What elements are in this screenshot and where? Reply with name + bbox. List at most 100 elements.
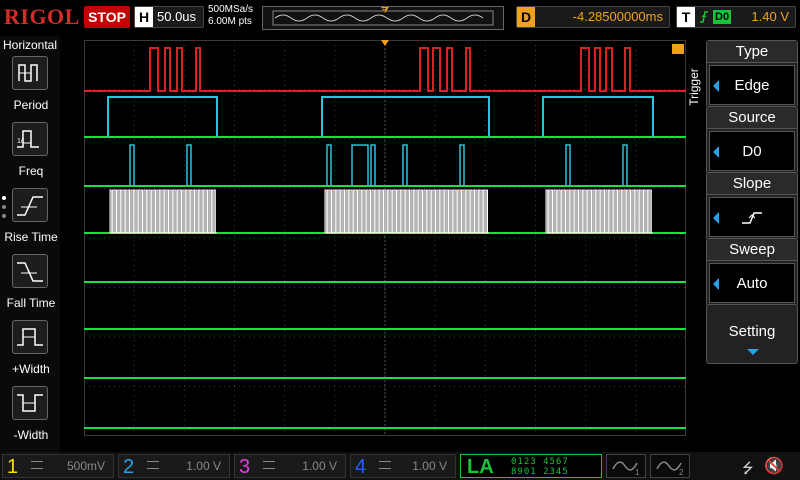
channel-1-status[interactable]: 1 500mV <box>2 454 114 478</box>
rise-time-icon <box>17 196 43 216</box>
rising-edge-icon <box>742 212 762 224</box>
trigger-menu-tab-label: Trigger <box>687 68 701 106</box>
dc-coupling-icon <box>147 461 159 469</box>
trigger-menu-tab[interactable]: Trigger <box>686 40 704 440</box>
usb-icon: ⭍ <box>742 460 754 476</box>
trigger-slope-title: Slope <box>707 173 797 195</box>
channel-3-number: 3 <box>239 456 251 478</box>
top-status-bar: RIGOL STOP H 50.0us 500MSa/s 6.00M pts T… <box>0 0 800 36</box>
delay-letter: D <box>517 7 535 27</box>
measure-fall-time-button[interactable] <box>12 254 48 288</box>
plus-width-icon <box>17 328 43 346</box>
channel-3-status[interactable]: 3 1.00 V <box>234 454 346 478</box>
measure-minus-width-label: -Width <box>13 428 49 442</box>
trigger-setting-text: Setting <box>728 323 776 340</box>
run-stop-status[interactable]: STOP <box>84 6 130 28</box>
trigger-level-marker-icon <box>672 44 684 54</box>
trigger-setting-button[interactable]: Setting <box>707 305 797 363</box>
generator-1-status[interactable]: 1 <box>606 454 646 478</box>
channel-2-status[interactable]: 2 1.00 V <box>118 454 230 478</box>
acquisition-info: 500MSa/s 6.00M pts <box>208 4 253 28</box>
measure-plus-width-label: +Width <box>12 362 50 376</box>
measure-rise-time-button[interactable] <box>12 188 48 222</box>
measure-fall-time-label: Fall Time <box>6 296 56 310</box>
trace-d2-pulse <box>129 144 135 186</box>
measure-minus-width-button[interactable] <box>12 386 48 420</box>
minus-width-icon <box>17 394 43 412</box>
memory-overview-strip[interactable]: T <box>262 6 504 30</box>
trigger-sweep-title: Sweep <box>707 239 797 261</box>
trigger-position-marker-icon <box>381 40 389 46</box>
trace-d2-pulse <box>186 144 192 186</box>
down-arrow-icon <box>747 349 759 355</box>
trigger-source-title: Source <box>707 107 797 129</box>
measure-period-label: Period <box>13 98 49 112</box>
trace-d2-pulse <box>326 144 332 186</box>
trigger-type-value[interactable]: Edge <box>709 65 795 105</box>
trace-d1-high <box>321 96 490 137</box>
trigger-setting-menu[interactable]: Setting <box>706 304 798 364</box>
generator-2-status[interactable]: 2 <box>650 454 690 478</box>
trigger-sweep-menu[interactable]: Sweep Auto <box>706 238 798 306</box>
measure-period-button[interactable] <box>12 56 48 90</box>
waveform-display[interactable]: D0D1D2D3D4D5D6D7 <box>84 40 686 436</box>
trigger-type-text: Edge <box>734 77 770 94</box>
trigger-slope-value[interactable] <box>709 197 795 237</box>
timebase-value: 50.0us <box>157 9 197 24</box>
channel-4-number: 4 <box>355 456 367 478</box>
channel-status-bar: 1 500mV 2 1.00 V 3 1.00 V 4 1.00 V LA 01… <box>0 452 800 480</box>
channel-4-scale: 1.00 V <box>412 459 447 473</box>
svg-text:T: T <box>382 8 387 15</box>
trigger-sweep-value[interactable]: Auto <box>709 263 795 303</box>
trigger-indicator[interactable]: T D0 1.40 V <box>676 6 796 28</box>
delay-value: -4.28500000ms <box>572 9 663 24</box>
measure-rise-time-label: Rise Time <box>4 230 58 244</box>
svg-text:1: 1 <box>635 468 640 477</box>
svg-text:2: 2 <box>679 468 684 477</box>
svg-text:1/: 1/ <box>17 138 23 145</box>
trigger-slope-menu[interactable]: Slope <box>706 172 798 240</box>
timebase-indicator[interactable]: H 50.0us <box>134 6 204 28</box>
period-icon <box>18 64 38 82</box>
sine-wave-icon: 1 <box>612 461 640 477</box>
trigger-source-menu[interactable]: Source D0 <box>706 106 798 174</box>
trigger-type-menu[interactable]: Type Edge <box>706 40 798 108</box>
fall-time-icon <box>17 262 43 282</box>
measure-freq-label: Freq <box>18 164 44 178</box>
measure-panel-title: Horizontal <box>2 38 58 52</box>
memory-depth: 6.00M pts <box>208 16 252 27</box>
measure-plus-width-button[interactable] <box>12 320 48 354</box>
logic-analyzer-status[interactable]: LA 0123 4567 8901 2345 <box>460 454 602 478</box>
trigger-source-badge: D0 <box>713 10 732 24</box>
trace-d2-pulse <box>402 144 408 186</box>
trace-d3-burst <box>109 189 217 234</box>
trigger-source-value[interactable]: D0 <box>709 131 795 171</box>
measure-panel: Horizontal Period 1/ Freq Rise Time Fall… <box>0 36 60 452</box>
dc-coupling-icon <box>379 461 391 469</box>
channel-2-number: 2 <box>123 456 135 478</box>
la-row-1: 0123 4567 <box>511 457 569 467</box>
left-arrow-icon <box>713 212 719 224</box>
left-arrow-icon <box>713 278 719 290</box>
la-row-2: 8901 2345 <box>511 467 569 477</box>
timebase-letter: H <box>135 7 153 27</box>
sine-wave-icon: 2 <box>656 461 684 477</box>
channel-1-scale: 500mV <box>66 459 105 473</box>
speaker-muted-icon[interactable]: 🔇 <box>764 456 784 476</box>
trace-d2-pulse <box>565 144 571 186</box>
trigger-letter: T <box>677 7 695 27</box>
measure-freq-button[interactable]: 1/ <box>12 122 48 156</box>
trace-d2-pulse <box>459 144 465 186</box>
delay-indicator[interactable]: D -4.28500000ms <box>516 6 670 28</box>
channel-3-scale: 1.00 V <box>302 459 337 473</box>
la-label: LA <box>467 456 494 478</box>
trigger-source-text: D0 <box>742 143 762 160</box>
freq-icon: 1/ <box>17 130 39 148</box>
left-arrow-icon <box>713 80 719 92</box>
left-arrow-icon <box>713 146 719 158</box>
rising-edge-icon <box>700 11 708 23</box>
brand-logo: RIGOL <box>4 4 80 29</box>
trigger-type-title: Type <box>707 41 797 63</box>
channel-4-status[interactable]: 4 1.00 V <box>350 454 456 478</box>
trace-d3-burst <box>545 189 653 234</box>
